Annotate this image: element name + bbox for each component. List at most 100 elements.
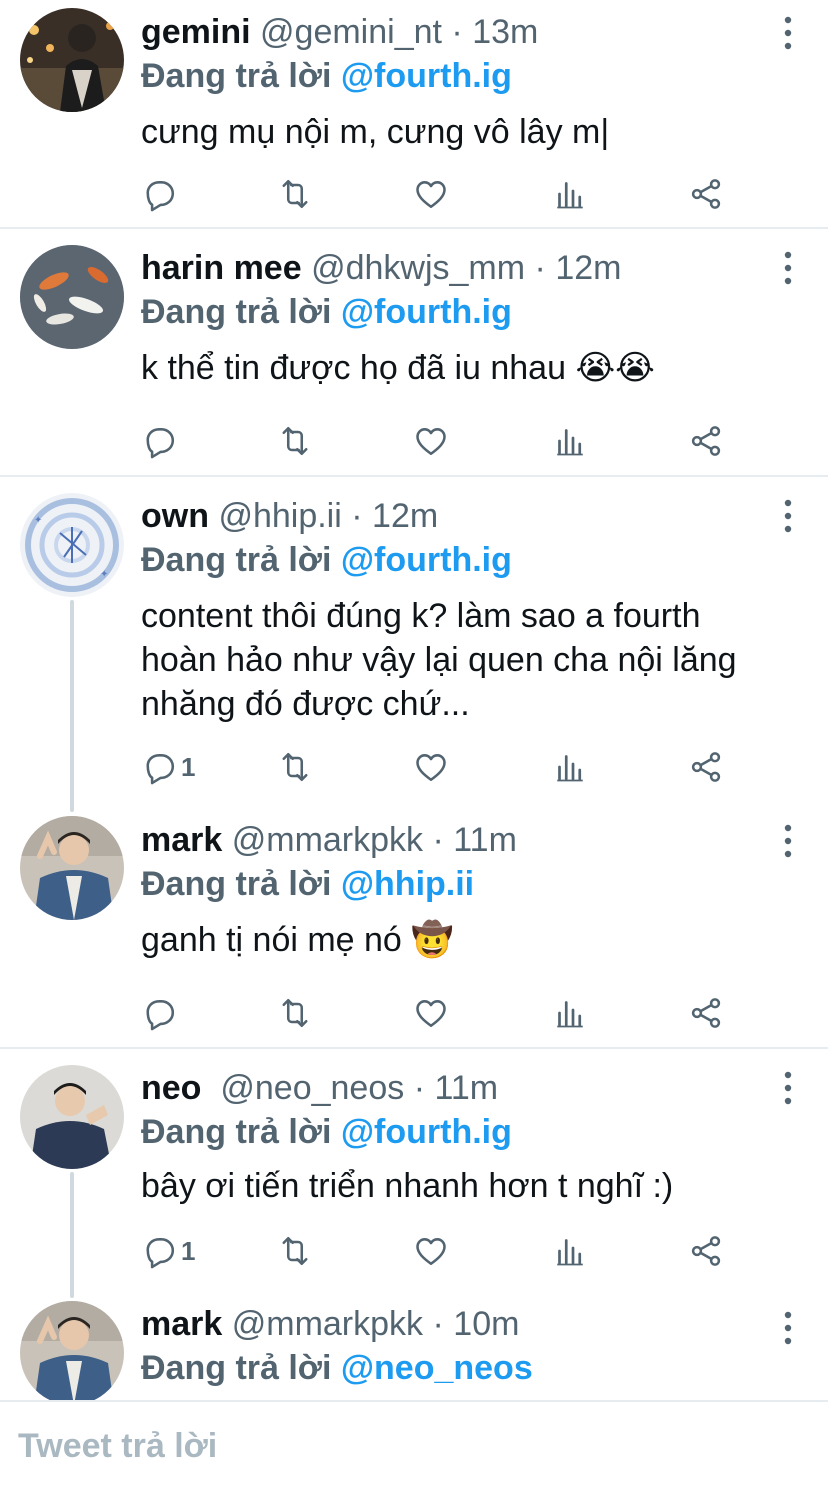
heart-icon [413,423,449,459]
tweet-header: harin mee @dhkwjs_mm · 12m [141,246,778,290]
tweet[interactable]: ✦ ✦ own @hhip.ii · 12m Đang trả lời @fou… [0,477,828,802]
like-button[interactable] [413,419,449,463]
share-icon [688,749,724,785]
replying-to-handle[interactable]: @fourth.ig [341,541,512,579]
like-button[interactable] [413,172,449,216]
reply-button[interactable] [141,419,181,463]
display-name[interactable]: neo [141,1069,201,1107]
tweet-header: own @hhip.ii · 12m [141,494,778,538]
timestamp[interactable]: 12m [555,249,621,287]
replying-to-handle[interactable]: @hhip.ii [341,865,474,903]
share-icon [688,995,724,1031]
retweet-button[interactable] [277,745,313,789]
views-icon [552,749,588,785]
more-vertical-icon[interactable] [782,824,794,858]
separator-dot: · [413,1069,426,1107]
user-handle[interactable]: @neo_neos [220,1069,404,1107]
separator-dot: · [534,249,546,287]
avatar[interactable] [20,1065,124,1169]
reply-composer [0,1400,828,1488]
display-name[interactable]: gemini [141,13,251,51]
tweet[interactable]: mark @mmarkpkk · 10m Đang trả lời @neo_n… [0,1289,828,1400]
replying-to-label: Đang trả lời [141,541,332,579]
retweet-button[interactable] [277,1229,313,1273]
display-name[interactable]: own [141,497,209,535]
retweet-icon [277,176,313,212]
timestamp[interactable]: 11m [453,821,517,859]
display-name[interactable]: mark [141,821,222,859]
views-button[interactable] [552,991,588,1035]
avatar[interactable] [20,1301,124,1400]
replying-to: Đang trả lời @fourth.ig [141,538,778,582]
replying-to: Đang trả lời @neo_neos [141,1346,778,1390]
user-handle[interactable]: @mmarkpkk [232,821,423,859]
more-vertical-icon[interactable] [782,499,794,533]
more-vertical-icon[interactable] [782,251,794,285]
tweet-header: mark @mmarkpkk · 11m [141,818,778,862]
like-button[interactable] [413,991,449,1035]
reply-input[interactable] [18,1420,808,1472]
timestamp[interactable]: 11m [434,1069,498,1107]
retweet-button[interactable] [277,172,313,216]
user-handle[interactable]: @hhip.ii [218,497,341,535]
reply-button[interactable]: 1 [141,745,195,789]
replying-to-handle[interactable]: @fourth.ig [341,1113,512,1151]
views-icon [552,1233,588,1269]
reply-icon [141,176,177,212]
more-vertical-icon[interactable] [782,1311,794,1345]
views-button[interactable] [552,1229,588,1273]
avatar[interactable] [20,8,124,112]
share-button[interactable] [688,172,724,216]
tweet[interactable]: neo @neo_neos · 11m Đang trả lời @fourth… [0,1049,828,1289]
reply-button[interactable] [141,172,181,216]
tweet-header: neo @neo_neos · 11m [141,1066,778,1110]
share-button[interactable] [688,991,724,1035]
reply-feed: gemini @gemini_nt · 13m Đang trả lời @fo… [0,0,828,1400]
share-button[interactable] [688,1229,724,1273]
reply-button[interactable]: 1 [141,1229,195,1273]
avatar[interactable] [20,816,124,920]
avatar[interactable]: ✦ ✦ [20,493,124,597]
tweet[interactable]: mark @mmarkpkk · 11m Đang trả lời @hhip.… [0,802,828,1047]
timestamp[interactable]: 10m [453,1305,519,1343]
reply-icon [141,1233,177,1269]
replying-to-handle[interactable]: @fourth.ig [341,293,512,331]
tweet-text: k thể tin được họ đã iu nhau 😭😭 [141,349,655,387]
views-button[interactable] [552,419,588,463]
share-icon [688,176,724,212]
retweet-icon [277,995,313,1031]
tweet[interactable]: gemini @gemini_nt · 13m Đang trả lời @fo… [0,0,828,228]
retweet-button[interactable] [277,419,313,463]
display-name[interactable]: mark [141,1305,222,1343]
user-handle[interactable]: @gemini_nt [260,13,442,51]
separator-dot: · [432,1305,444,1343]
retweet-button[interactable] [277,991,313,1035]
heart-icon [413,1233,449,1269]
tweet-header: gemini @gemini_nt · 13m [141,10,778,54]
svg-text:✦: ✦ [34,515,42,526]
reply-count: 1 [181,1235,196,1266]
like-button[interactable] [413,745,449,789]
tweet[interactable]: harin mee @dhkwjs_mm · 12m Đang trả lời … [0,229,828,475]
retweet-icon [277,1233,313,1269]
share-button[interactable] [688,419,724,463]
tweet-actions [141,419,741,463]
like-button[interactable] [413,1229,449,1273]
user-handle[interactable]: @dhkwjs_mm [311,249,525,287]
display-name[interactable]: harin mee [141,249,302,287]
more-vertical-icon[interactable] [782,1071,794,1105]
timestamp[interactable]: 12m [372,497,438,535]
reply-count: 1 [181,751,196,782]
replying-to-handle[interactable]: @fourth.ig [341,57,512,95]
views-button[interactable] [552,172,588,216]
timestamp[interactable]: 13m [472,13,538,51]
user-handle[interactable]: @mmarkpkk [232,1305,423,1343]
views-icon [552,995,588,1031]
replying-to-handle[interactable]: @neo_neos [341,1349,533,1387]
reply-button[interactable] [141,991,181,1035]
avatar[interactable] [20,245,124,349]
share-button[interactable] [688,745,724,789]
more-vertical-icon[interactable] [782,16,794,50]
tweet-text: content thôi đúng k? làm sao a fourth ho… [141,597,737,723]
views-button[interactable] [552,745,588,789]
